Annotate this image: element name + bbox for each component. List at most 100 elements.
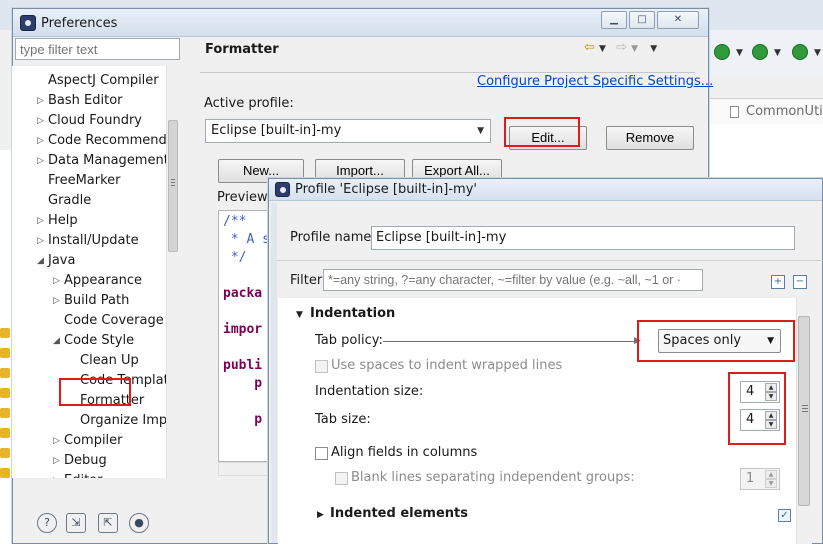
debug-run-icon[interactable] [752, 44, 768, 60]
tree-item-compiler[interactable]: Compiler [64, 432, 123, 450]
formatter-highlight-box [59, 378, 131, 406]
view-menu-icon[interactable]: ▼ [650, 44, 657, 54]
external-tools-dropdown-icon[interactable]: ▼ [814, 48, 821, 58]
close-button[interactable]: ✕ [657, 11, 699, 29]
configure-project-settings-link[interactable]: Configure Project Specific Settings... [477, 74, 713, 89]
preview-code-line: packa [223, 286, 263, 301]
collapsed-twisty-icon[interactable]: ▷ [53, 292, 60, 310]
indentation-section-header[interactable]: Indentation [310, 306, 395, 321]
marker-icon [0, 388, 10, 398]
edit-highlight-box [504, 117, 580, 147]
editor-tab-label: CommonUtil.j [746, 104, 823, 119]
tree-item-code-coverage[interactable]: Code Coverage [64, 312, 164, 330]
import-prefs-icon[interactable]: ⇲ [66, 513, 86, 533]
tree-item-help[interactable]: Help [48, 212, 78, 230]
tree-item-install-update[interactable]: Install/Update [48, 232, 139, 250]
code-preview: /** * A s */ packa impor publi p p [218, 210, 268, 462]
scroll-grip [802, 405, 808, 406]
page-title: Formatter [205, 42, 279, 57]
back-dropdown-icon[interactable]: ▼ [599, 44, 606, 54]
tree-item-clean-up[interactable]: Clean Up [80, 352, 139, 370]
blank-lines-checkbox[interactable] [335, 472, 348, 485]
blank-lines-value: 1 [746, 471, 755, 486]
record-icon[interactable]: ● [129, 513, 149, 533]
export-prefs-icon[interactable]: ⇱ [98, 513, 118, 533]
remove-profile-button[interactable]: Remove [606, 126, 694, 150]
settings-filter-input[interactable] [323, 269, 703, 291]
collapsed-twisty-icon[interactable]: ▷ [37, 152, 44, 170]
debug-dropdown-icon[interactable]: ▼ [774, 48, 781, 58]
preference-tree[interactable]: AspectJ Compiler ▷ Bash Editor ▷ Cloud Found… [12, 66, 180, 478]
indented-elements-section-header[interactable]: Indented elements [330, 506, 468, 521]
tree-item-debug[interactable]: Debug [64, 452, 107, 470]
tree-item-bash-editor[interactable]: Bash Editor [48, 92, 123, 110]
preview-label: Preview: [217, 190, 272, 205]
profile-dialog-title: Profile 'Eclipse [built-in]-my' [295, 182, 477, 197]
expand-all-icon[interactable]: + [771, 275, 785, 289]
profile-dialog-title-bar[interactable]: Profile 'Eclipse [built-in]-my' [269, 179, 822, 201]
preference-filter-input[interactable] [15, 38, 180, 60]
tree-scrollbar-thumb[interactable] [168, 120, 178, 252]
use-spaces-checkbox[interactable] [315, 360, 328, 373]
tree-item-code-style[interactable]: Code Style [64, 332, 134, 350]
tree-item-freemarker[interactable]: FreeMarker [48, 172, 121, 190]
tree-item-cloud-foundry[interactable]: Cloud Foundry [48, 112, 142, 130]
spin-up-icon[interactable]: ▲ [765, 470, 777, 479]
tree-item-aspectj-compiler[interactable]: AspectJ Compiler [48, 72, 159, 90]
align-fields-label: Align fields in columns [331, 445, 478, 460]
preferences-title-bar[interactable]: Preferences ▁ □ ✕ [13, 9, 708, 37]
expanded-twisty-icon[interactable]: ▼ [296, 310, 303, 320]
tree-item-build-path[interactable]: Build Path [64, 292, 129, 310]
tree-item-gradle[interactable]: Gradle [48, 192, 91, 210]
collapsed-twisty-icon[interactable]: ▷ [53, 272, 60, 290]
marker-icon [0, 328, 10, 338]
settings-scrollbar-thumb[interactable] [798, 316, 810, 506]
tree-item-organize-imports[interactable]: Organize Imports [80, 412, 180, 430]
collapsed-twisty-icon[interactable]: ▷ [37, 232, 44, 250]
help-icon[interactable]: ? [37, 513, 57, 533]
active-profile-select[interactable]: Eclipse [built-in]-my ▼ [205, 119, 491, 143]
active-profile-label: Active profile: [204, 96, 294, 111]
preview-scrollbar[interactable] [218, 462, 268, 476]
tree-item-data-management[interactable]: Data Management [48, 152, 169, 170]
history-nav: ⇦ ▼ ⇨ ▼ ▼ [584, 40, 657, 55]
tab-policy-highlight-box [637, 320, 795, 362]
forward-arrow-icon[interactable]: ⇨ [616, 40, 627, 55]
tab-policy-connector [383, 341, 637, 342]
tree-item-editor[interactable]: Editor [64, 472, 102, 478]
external-tools-icon[interactable] [792, 44, 808, 60]
marker-icon [0, 368, 10, 378]
blank-lines-spinner[interactable]: 1 ▲ ▼ [740, 468, 780, 490]
preview-code-line: * A s [223, 232, 268, 247]
collapsed-twisty-icon[interactable]: ▷ [53, 472, 60, 478]
tree-item-java[interactable]: Java [48, 252, 75, 270]
expanded-twisty-icon[interactable]: ◢ [53, 332, 60, 350]
collapse-all-icon[interactable]: − [793, 275, 807, 289]
minimize-button[interactable]: ▁ [601, 11, 627, 29]
expanded-twisty-icon[interactable]: ◢ [37, 252, 44, 270]
spin-down-icon[interactable]: ▼ [765, 479, 777, 488]
tree-item-appearance[interactable]: Appearance [64, 272, 142, 290]
collapsed-twisty-icon[interactable]: ▷ [37, 92, 44, 110]
run-dropdown-icon[interactable]: ▼ [736, 48, 743, 58]
collapsed-twisty-icon[interactable]: ▶ [317, 510, 324, 520]
marker-icon [0, 348, 10, 358]
align-fields-checkbox[interactable] [315, 447, 328, 460]
maximize-button[interactable]: □ [629, 11, 655, 29]
forward-dropdown-icon[interactable]: ▼ [631, 44, 638, 54]
scroll-grip [802, 411, 808, 412]
collapsed-twisty-icon[interactable]: ▷ [53, 432, 60, 450]
back-arrow-icon[interactable]: ⇦ [584, 40, 595, 55]
chevron-down-icon: ▼ [477, 126, 484, 136]
collapsed-twisty-icon[interactable]: ▷ [37, 212, 44, 230]
collapsed-twisty-icon[interactable]: ▷ [37, 112, 44, 130]
tree-item-code-recommenders[interactable]: Code Recommenders [48, 132, 180, 150]
profile-name-field[interactable]: Eclipse [built-in]-my [371, 226, 795, 250]
run-icon[interactable] [714, 44, 730, 60]
section-enabled-checkbox[interactable]: ✓ [778, 509, 791, 522]
java-file-icon [730, 106, 739, 118]
editor-tab-commonutil[interactable]: CommonUtil.j [708, 98, 823, 124]
collapsed-twisty-icon[interactable]: ▷ [53, 452, 60, 470]
scroll-grip [171, 185, 175, 186]
collapsed-twisty-icon[interactable]: ▷ [37, 132, 44, 150]
